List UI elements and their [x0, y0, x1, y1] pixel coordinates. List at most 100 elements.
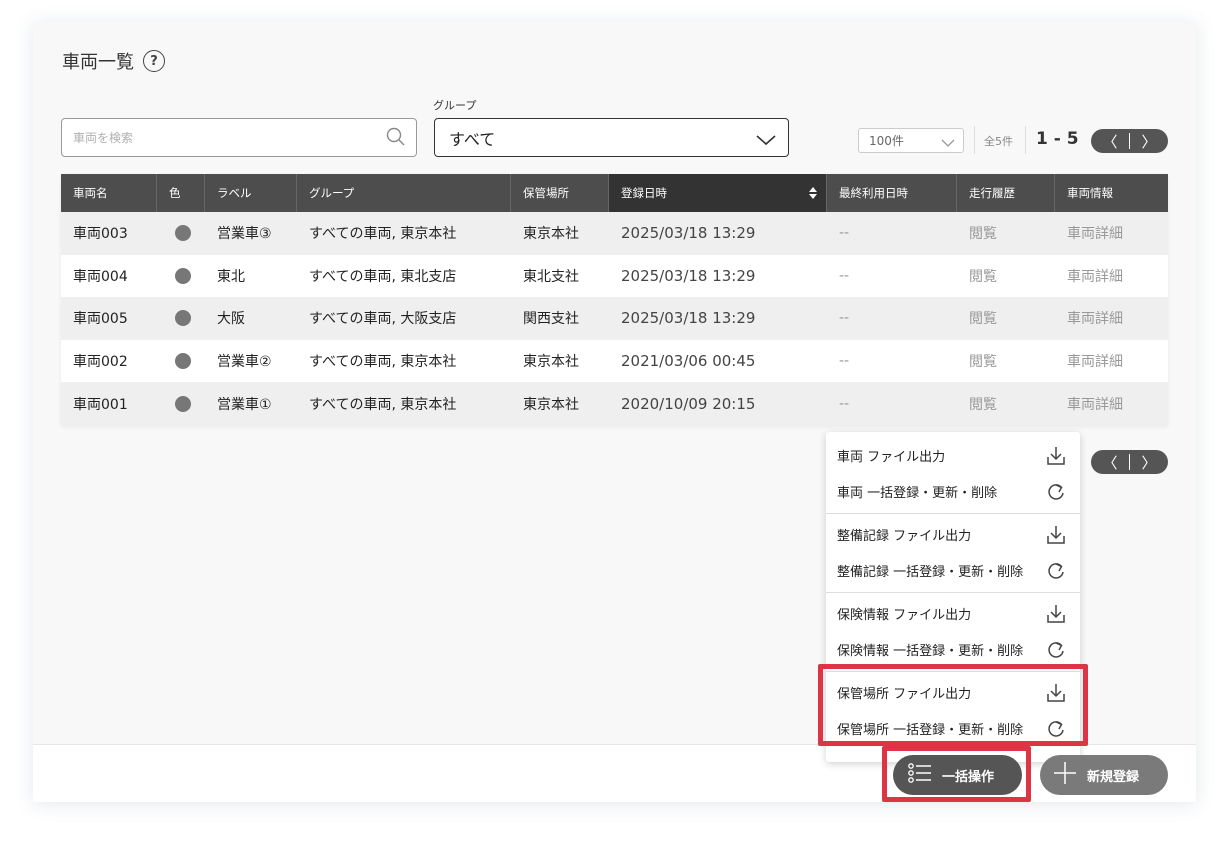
title-row: 車両一覧 ? [62, 48, 165, 74]
last-used-cell: -- [839, 353, 850, 370]
download-icon [1046, 604, 1066, 628]
pager-top: 〈 〉 [1091, 129, 1168, 153]
column-header-location[interactable]: 保管場所 [511, 174, 609, 212]
help-icon[interactable]: ? [143, 50, 165, 72]
vehicle-name-cell[interactable]: 車両005 [61, 297, 157, 340]
last-used-cell: -- [839, 310, 850, 327]
location-cell: 東京本社 [523, 354, 579, 371]
group-cell: すべての車両, 大阪支店 [309, 311, 457, 328]
prev-page-button[interactable]: 〈 [1091, 129, 1129, 153]
location-cell: 東京本社 [523, 396, 579, 413]
vehicle-detail-link[interactable]: 車両詳細 [1055, 340, 1168, 383]
color-cell [157, 382, 205, 425]
sort-icon[interactable] [808, 186, 818, 203]
history-link[interactable]: 閲覧 [957, 255, 1055, 298]
color-dot [175, 225, 191, 242]
menu-divider [826, 513, 1080, 514]
last-used-cell: -- [839, 225, 850, 242]
bulk-menu-item-label: 保険情報 ファイル出力 [837, 607, 972, 623]
history-link[interactable]: 閲覧 [957, 340, 1055, 383]
color-cell [157, 212, 205, 255]
vehicle-name-cell[interactable]: 車両003 [61, 212, 157, 255]
per-page-value: 100件 [869, 134, 904, 148]
plus-icon [1053, 761, 1077, 789]
chevron-down-icon [756, 131, 776, 150]
next-page-button[interactable]: 〉 [1130, 450, 1168, 474]
bulk-menu-item[interactable]: 保険情報 ファイル出力 [826, 596, 1080, 630]
group-filter-value: すべて [449, 129, 496, 149]
bulk-menu-item[interactable]: 整備記録 一括登録・更新・削除 [826, 553, 1080, 587]
pager-bottom: 〈 〉 [1091, 450, 1168, 474]
location-cell: 関西支社 [523, 311, 579, 328]
bulk-menu-item[interactable]: 車両 ファイル出力 [826, 438, 1080, 472]
bulk-menu-item-label: 整備記録 ファイル出力 [837, 528, 972, 544]
location-cell: 東京本社 [523, 226, 579, 243]
history-link[interactable]: 閲覧 [957, 382, 1055, 425]
search-input[interactable] [62, 119, 362, 156]
vehicle-name-cell[interactable]: 車両004 [61, 255, 157, 298]
registered-date-cell: 2025/03/18 13:29 [621, 266, 756, 285]
per-page-select[interactable]: 100件 [858, 128, 964, 153]
bulk-menu-item[interactable]: 整備記録 ファイル出力 [826, 517, 1080, 551]
bulk-menu-item-label: 車両 一括登録・更新・削除 [837, 485, 998, 501]
download-icon [1046, 446, 1066, 470]
history-link[interactable]: 閲覧 [957, 297, 1055, 340]
column-header-last-used[interactable]: 最終利用日時 [827, 174, 957, 212]
prev-page-button[interactable]: 〈 [1091, 450, 1129, 474]
bulk-menu-item[interactable]: 車両 一括登録・更新・削除 [826, 474, 1080, 508]
table-row[interactable]: 車両001 営業車① すべての車両, 東京本社 東京本社 2020/10/09 20:1… [61, 382, 1168, 425]
bulk-menu-item-label: 車両 ファイル出力 [837, 449, 946, 465]
vehicle-table: 車両名 色 ラベル グループ 保管場所 登録日時 最終利用日時 走行履歴 車両情… [61, 174, 1168, 425]
last-used-cell: -- [839, 267, 850, 284]
vehicle-name-cell[interactable]: 車両001 [61, 382, 157, 425]
group-filter-label: グループ [433, 99, 477, 112]
list-icon [908, 763, 932, 787]
vehicle-name-cell[interactable]: 車両002 [61, 340, 157, 383]
label-cell: 営業車③ [217, 226, 272, 243]
column-header-color[interactable]: 色 [157, 174, 205, 212]
table-row[interactable]: 車両003 営業車③ すべての車両, 東京本社 東京本社 2025/03/18 13:2… [61, 212, 1168, 255]
last-used-cell: -- [839, 395, 850, 412]
history-link[interactable]: 閲覧 [957, 212, 1055, 255]
column-header-registered[interactable]: 登録日時 [609, 174, 827, 212]
table-header: 車両名 色 ラベル グループ 保管場所 登録日時 最終利用日時 走行履歴 車両情… [61, 174, 1168, 212]
column-header-history[interactable]: 走行履歴 [957, 174, 1055, 212]
group-filter-select[interactable]: すべて [434, 118, 789, 157]
total-count: 全5件 [984, 135, 1013, 148]
label-cell: 営業車② [217, 354, 272, 371]
registered-date-cell: 2025/03/18 13:29 [621, 309, 756, 328]
group-cell: すべての車両, 東北支店 [309, 268, 457, 285]
page-range: 1 - 5 [1036, 129, 1079, 149]
column-header-info[interactable]: 車両情報 [1055, 174, 1168, 212]
refresh-icon [1046, 482, 1066, 506]
new-registration-button[interactable]: 新規登録 [1040, 755, 1168, 795]
refresh-icon [1046, 561, 1066, 585]
column-header-registered-label: 登録日時 [621, 186, 667, 200]
table-row[interactable]: 車両004 東北 すべての車両, 東北支店 東北支社 2025/03/18 13:29 -… [61, 254, 1168, 298]
bulk-menu-item-label: 保険情報 一括登録・更新・削除 [837, 643, 1024, 659]
location-cell: 東北支社 [523, 268, 579, 285]
download-icon [1046, 525, 1066, 549]
search-field[interactable] [61, 118, 417, 157]
column-header-group[interactable]: グループ [297, 174, 511, 212]
table-row[interactable]: 車両005 大阪 すべての車両, 大阪支店 関西支社 2025/03/18 13:29 -… [61, 297, 1168, 340]
refresh-icon [1046, 640, 1066, 664]
bulk-operation-button[interactable]: 一括操作 [893, 755, 1022, 795]
search-icon[interactable] [386, 127, 406, 151]
column-header-label[interactable]: ラベル [205, 174, 297, 212]
vehicle-detail-link[interactable]: 車両詳細 [1055, 382, 1168, 425]
label-cell: 大阪 [217, 311, 245, 328]
color-cell [157, 340, 205, 383]
vehicle-detail-link[interactable]: 車両詳細 [1055, 255, 1168, 298]
table-row[interactable]: 車両002 営業車② すべての車両, 東京本社 東京本社 2021/03/06 00:4… [61, 339, 1168, 383]
menu-divider [826, 592, 1080, 593]
label-cell: 東北 [217, 268, 245, 285]
group-cell: すべての車両, 東京本社 [309, 226, 457, 243]
color-dot [175, 310, 191, 327]
vehicle-detail-link[interactable]: 車両詳細 [1055, 212, 1168, 255]
color-dot [175, 267, 191, 284]
bulk-menu-item[interactable]: 保険情報 一括登録・更新・削除 [826, 632, 1080, 666]
column-header-name[interactable]: 車両名 [61, 174, 157, 212]
next-page-button[interactable]: 〉 [1130, 129, 1168, 153]
vehicle-detail-link[interactable]: 車両詳細 [1055, 297, 1168, 340]
